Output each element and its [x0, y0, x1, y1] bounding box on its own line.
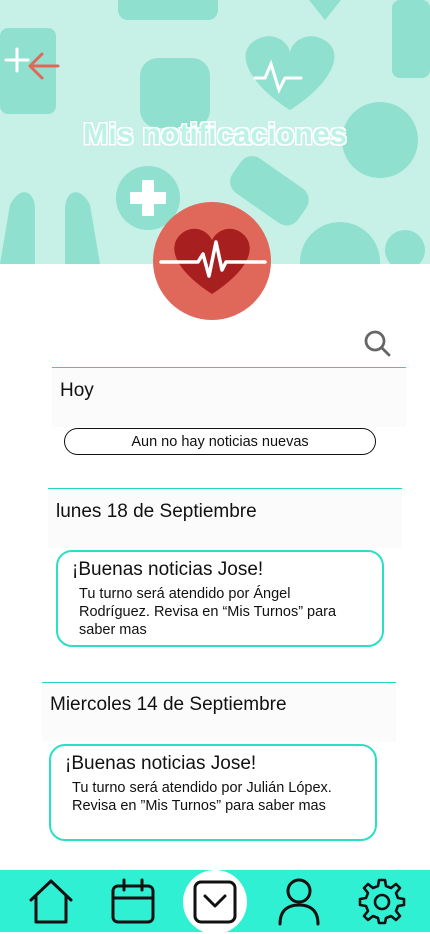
page-title: Mis notificaciones	[83, 118, 347, 151]
nav-profile-button[interactable]	[274, 876, 324, 926]
notification-title: ¡Buenas noticias Jose!	[65, 753, 257, 774]
calendar-icon	[111, 878, 155, 924]
nav-calendar-button[interactable]	[108, 876, 158, 926]
search-icon	[364, 330, 391, 357]
nav-home-button[interactable]	[26, 876, 76, 926]
settings-icon	[358, 878, 406, 925]
home-icon	[29, 879, 73, 924]
inbox-icon	[193, 880, 237, 924]
notification-title: ¡Buenas noticias Jose!	[72, 559, 264, 580]
notification-card[interactable]: ¡Buenas noticias Jose! Tu turno será ate…	[49, 744, 377, 841]
nav-settings-button[interactable]	[357, 876, 407, 926]
avatar	[153, 202, 271, 320]
section-heading-date: Miercoles 14 de Septiembre	[42, 682, 396, 742]
heart-pulse-icon	[159, 228, 267, 294]
user-icon	[278, 878, 320, 926]
nav-notifications-button[interactable]	[190, 876, 240, 926]
back-button[interactable]	[24, 46, 64, 86]
section-heading-today: Hoy	[52, 367, 406, 427]
empty-notifications-message: Aun no hay noticias nuevas	[64, 428, 376, 455]
section-heading-date: lunes 18 de Septiembre	[48, 488, 402, 548]
notification-body: Tu turno será atendido por Julián Lópex.…	[72, 780, 332, 814]
search-button[interactable]	[362, 328, 392, 358]
notification-card[interactable]: ¡Buenas noticias Jose! Tu turno será ate…	[56, 550, 384, 647]
notification-body: Tu turno será atendido por Ángel Rodrígu…	[79, 586, 337, 638]
arrow-left-icon	[28, 52, 60, 80]
